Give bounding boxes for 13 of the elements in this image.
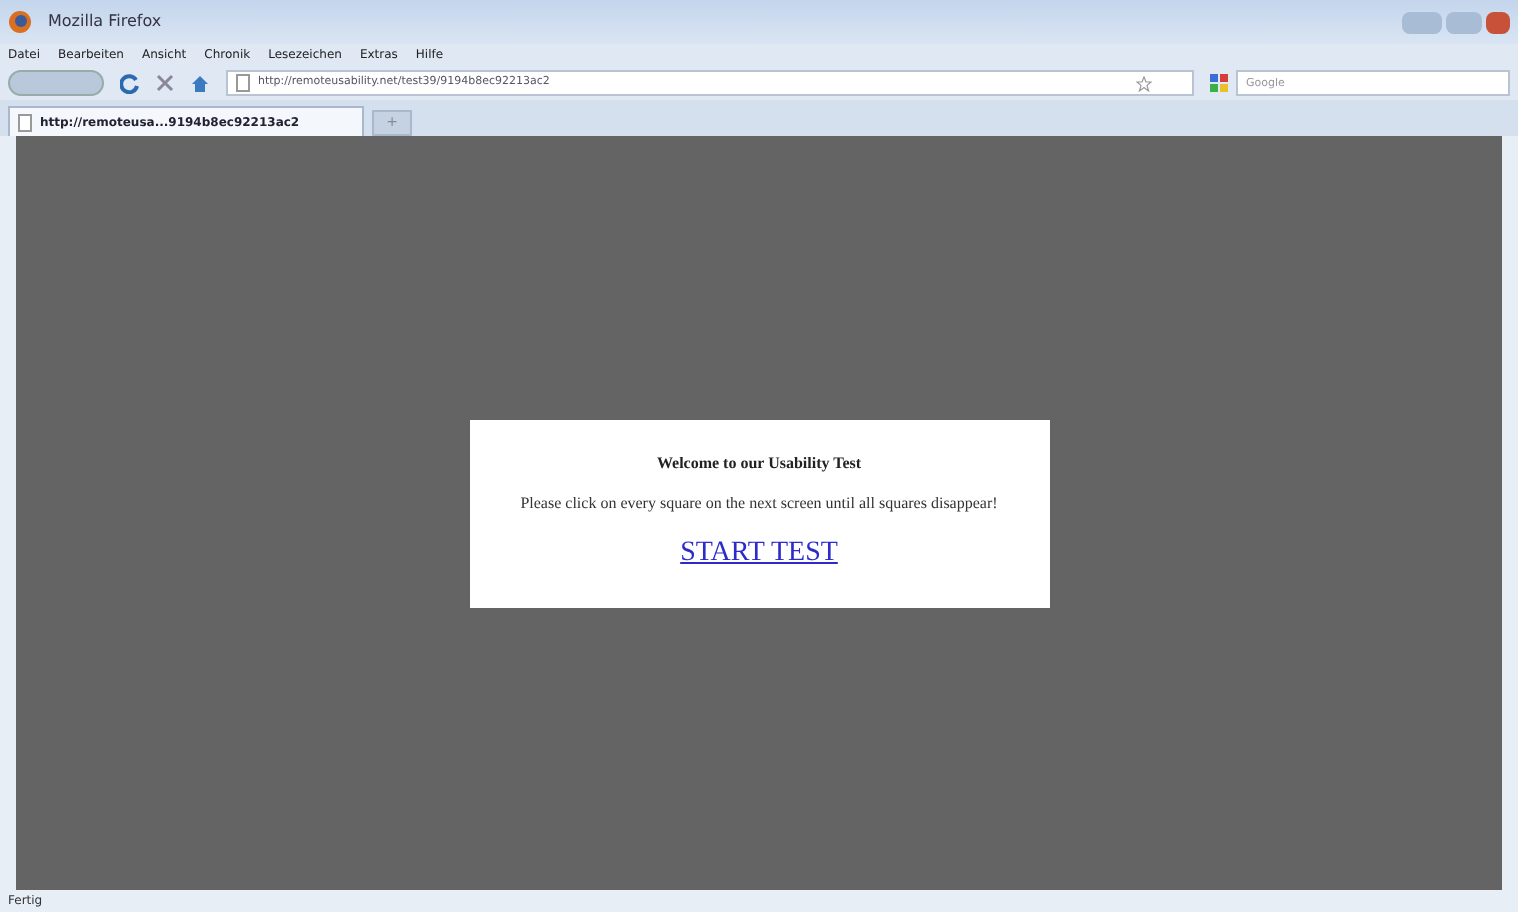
back-forward-button[interactable] xyxy=(8,70,104,96)
home-icon[interactable] xyxy=(190,73,210,93)
reload-icon[interactable] xyxy=(120,73,140,93)
page-icon xyxy=(18,113,32,131)
stop-icon[interactable] xyxy=(156,74,174,92)
google-icon xyxy=(1210,74,1228,92)
window-title: Mozilla Firefox xyxy=(48,10,162,34)
star-icon[interactable] xyxy=(1136,75,1152,91)
page-icon xyxy=(236,74,250,92)
start-test-link[interactable]: START TEST xyxy=(680,532,838,574)
close-button[interactable] xyxy=(1486,11,1510,33)
dialog-heading: Welcome to our Usability Test xyxy=(656,452,862,476)
dialog-text: Please click on every square on the next screen until all squares disappear! xyxy=(520,492,998,516)
